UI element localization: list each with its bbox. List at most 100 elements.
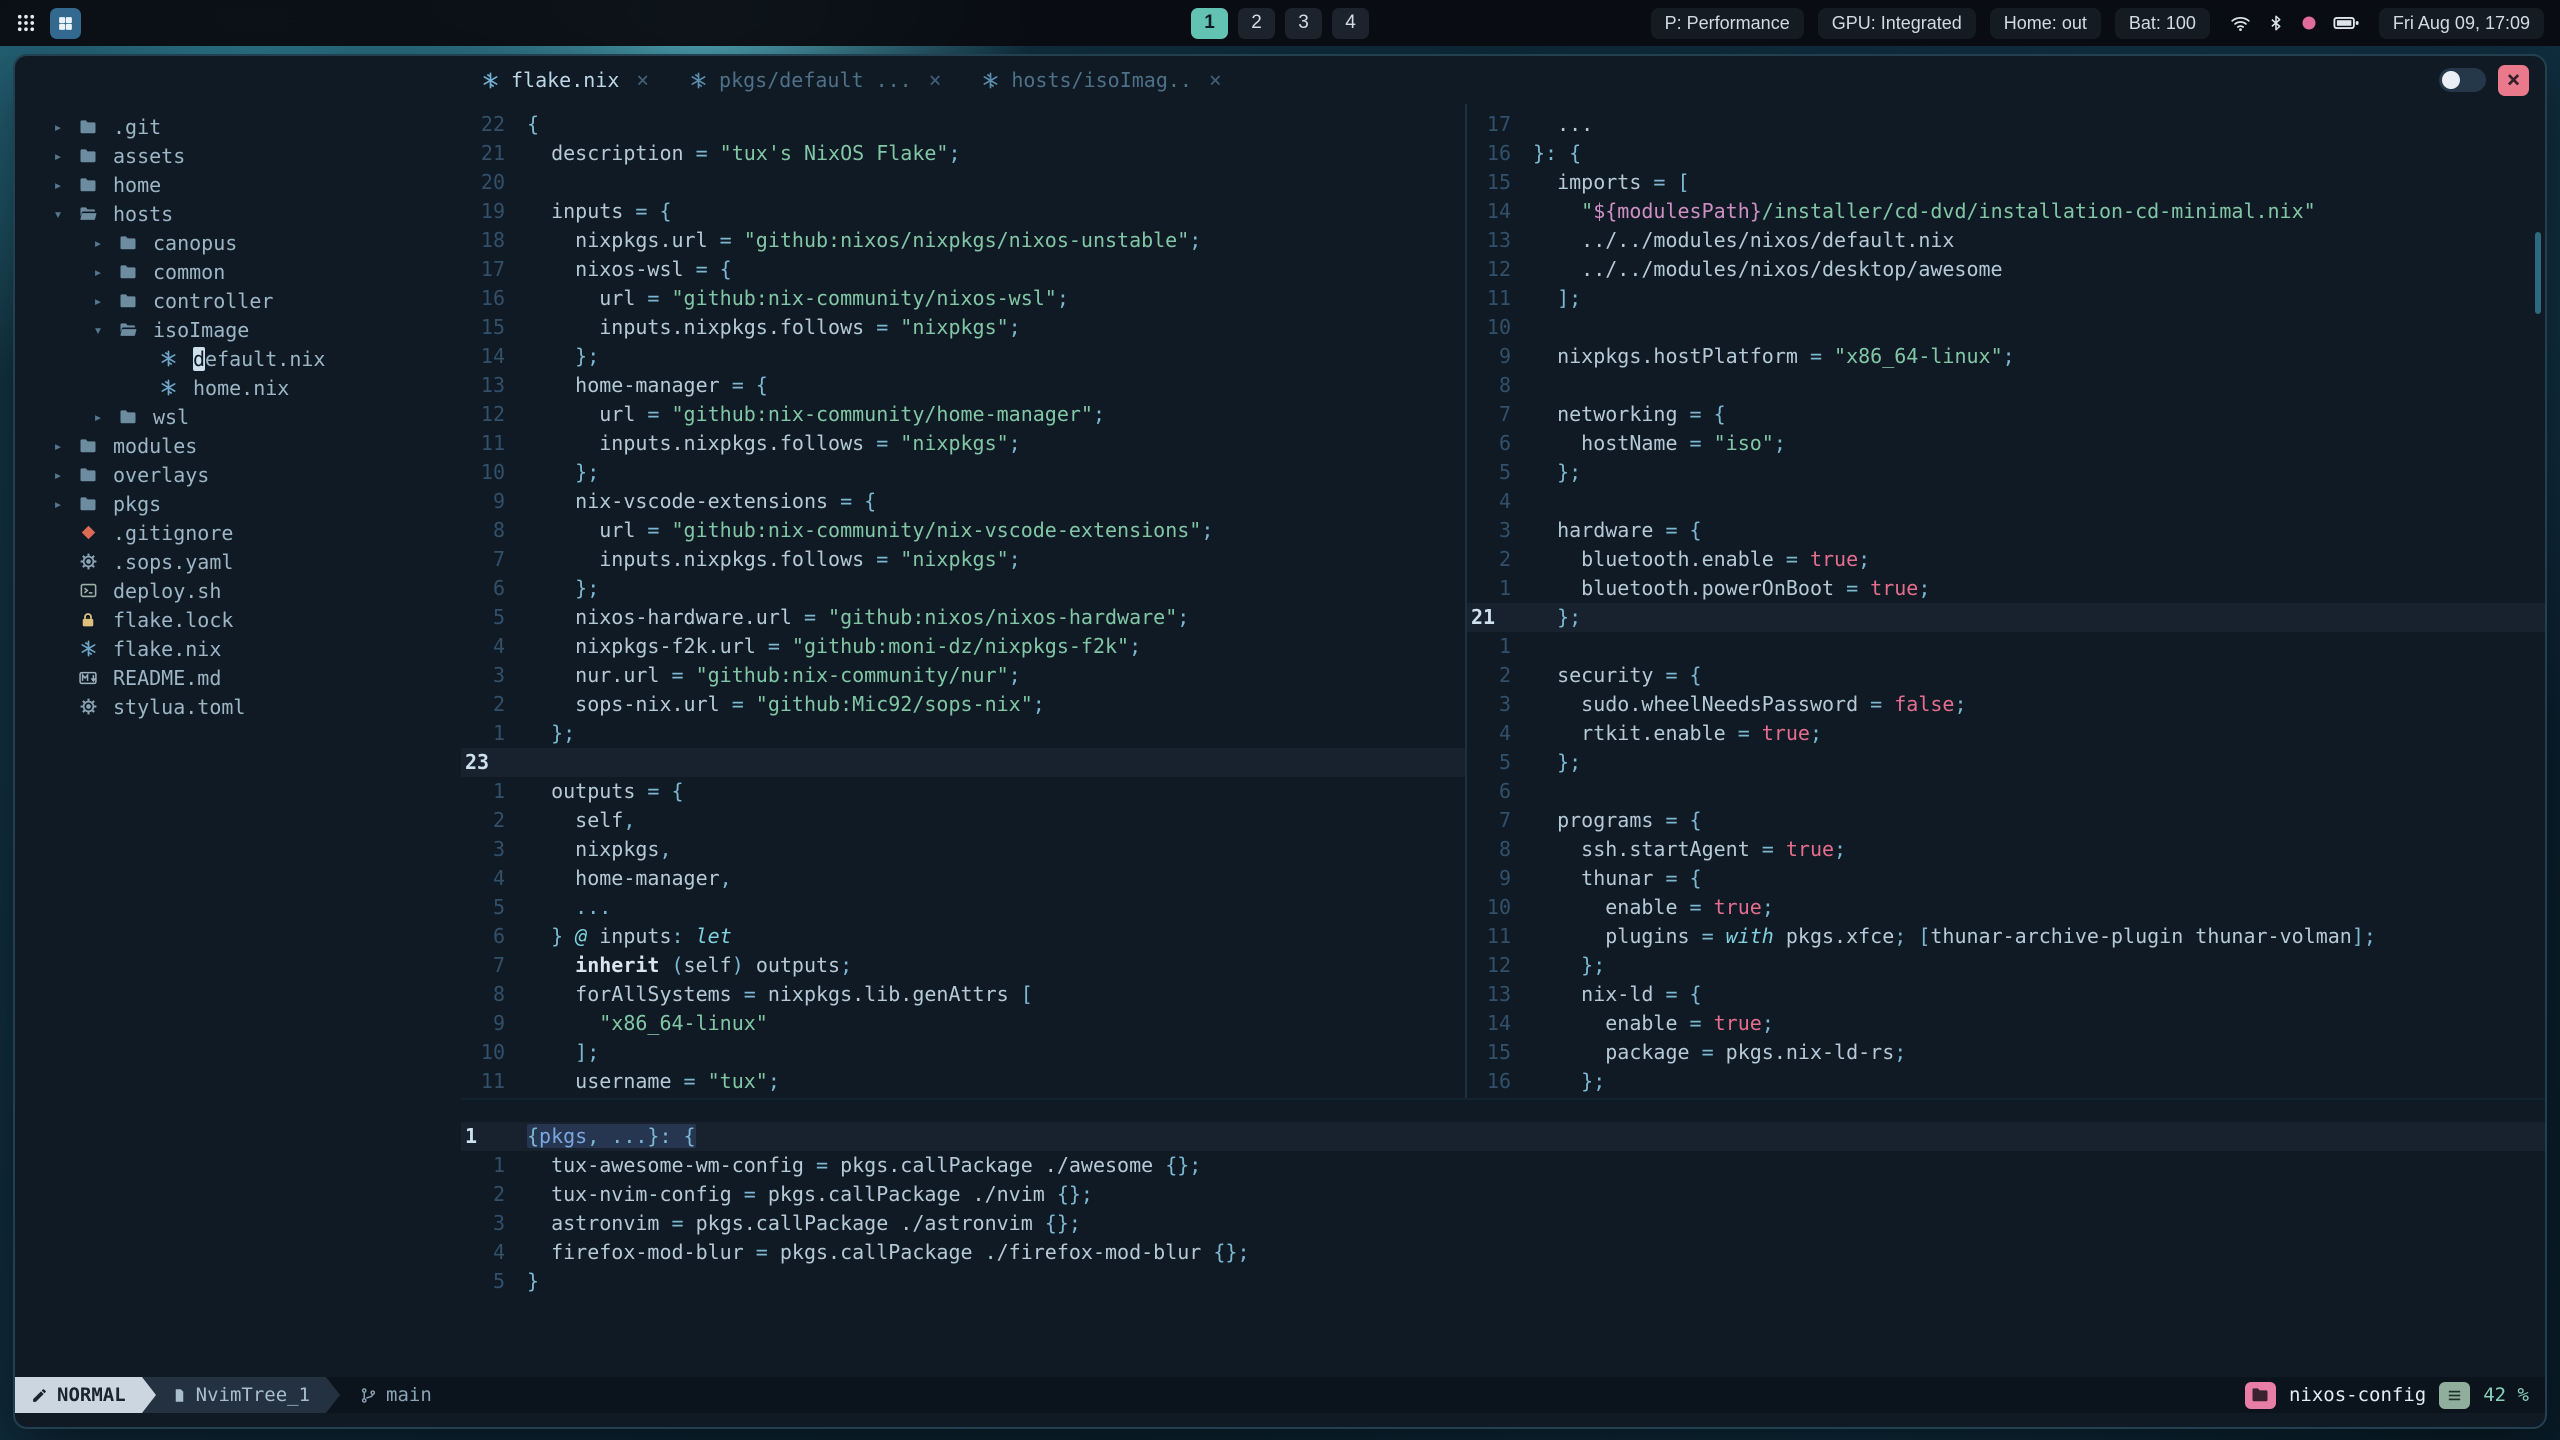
tree-item-home.nix[interactable]: home.nix	[15, 373, 461, 402]
code-line: 16 url = "github:nix-community/nixos-wsl…	[461, 284, 1465, 313]
clock-module[interactable]: Fri Aug 09, 17:09	[2378, 7, 2544, 39]
workspace-button-2[interactable]: 2	[1238, 7, 1275, 39]
tree-item-flake.nix[interactable]: flake.nix	[15, 634, 461, 663]
scrollbar-thumb[interactable]	[2535, 232, 2541, 314]
line-number: 23	[465, 750, 490, 774]
code-line: 8 forAllSystems = nixpkgs.lib.genAttrs [	[461, 980, 1465, 1009]
tree-item-default.nix[interactable]: default.nix	[15, 344, 461, 373]
chevron-down-icon[interactable]: ▾	[83, 321, 113, 339]
code-line: 3 hardware = {	[1467, 516, 2545, 545]
tree-item-flake.lock[interactable]: flake.lock	[15, 605, 461, 634]
workspace-button-4[interactable]: 4	[1332, 7, 1369, 39]
code-text: self,	[527, 808, 636, 832]
editor-pane-flake[interactable]: 22{21 description = "tux's NixOS Flake";…	[461, 104, 1465, 1098]
folder-icon	[73, 146, 103, 166]
editor-pane-iso[interactable]: 17 ... 16}: {15 imports = [14 "${modulesP…	[1467, 104, 2545, 1098]
folder-open-icon	[113, 320, 143, 340]
workspace-button-3[interactable]: 3	[1285, 7, 1322, 39]
chevron-right-icon[interactable]: ▸	[83, 234, 113, 252]
chevron-right-icon[interactable]: ▸	[83, 408, 113, 426]
code-line: 7 inputs.nixpkgs.follows = "nixpkgs";	[461, 545, 1465, 574]
line-number: 6	[1498, 431, 1511, 455]
chevron-right-icon[interactable]: ▸	[43, 118, 73, 136]
tree-item-common[interactable]: ▸ common	[15, 257, 461, 286]
tree-item-stylua.toml[interactable]: stylua.toml	[15, 692, 461, 721]
code-line: 5}	[461, 1267, 2545, 1296]
tree-item-label: .sops.yaml	[113, 549, 234, 574]
app-launcher-icon[interactable]	[16, 13, 36, 33]
tree-item-controller[interactable]: ▸ controller	[15, 286, 461, 315]
git-icon	[73, 524, 103, 541]
window-toggle[interactable]	[2439, 68, 2486, 92]
tree-item-README.md[interactable]: README.md	[15, 663, 461, 692]
tree-item-.sops.yaml[interactable]: .sops.yaml	[15, 547, 461, 576]
tree-item-isoImage[interactable]: ▾ isoImage	[15, 315, 461, 344]
line-number: 6	[1498, 779, 1511, 803]
indicator-dot-icon[interactable]	[2301, 15, 2317, 31]
code-text: url = "github:nix-community/home-manager…	[527, 402, 1105, 426]
desktop: { "topbar": { "workspaces": [ {"label": …	[0, 0, 2560, 1440]
editor-pane-pkgs[interactable]: 1 {pkgs, ...}: {1 tux-awesome-wm-config =…	[461, 1100, 2545, 1377]
chevron-right-icon[interactable]: ▸	[43, 437, 73, 455]
line-number: 4	[1498, 489, 1511, 513]
line-number: 4	[492, 1240, 505, 1264]
tab-title: flake.nix	[511, 68, 620, 92]
chevron-right-icon[interactable]: ▸	[83, 292, 113, 310]
chevron-right-icon[interactable]: ▸	[43, 466, 73, 484]
code-line: 3 astronvim = pkgs.callPackage ./astronv…	[461, 1209, 2545, 1238]
line-number: 6	[492, 576, 505, 600]
code-line: 6	[1467, 777, 2545, 806]
code-text: nixos-wsl = {	[527, 257, 732, 281]
code-line: 1 tux-awesome-wm-config = pkgs.callPacka…	[461, 1151, 2545, 1180]
tree-item-.gitignore[interactable]: .gitignore	[15, 518, 461, 547]
code-line: 13 home-manager = {	[461, 371, 1465, 400]
tree-item-wsl[interactable]: ▸ wsl	[15, 402, 461, 431]
chevron-down-icon[interactable]: ▾	[43, 205, 73, 223]
code-line: 8 url = "github:nix-community/nix-vscode…	[461, 516, 1465, 545]
workspace-button-1[interactable]: 1	[1191, 7, 1228, 39]
gear-icon	[73, 697, 103, 716]
tree-item-overlays[interactable]: ▸ overlays	[15, 460, 461, 489]
code-text: networking = {	[1533, 402, 1726, 426]
tree-item-assets[interactable]: ▸ assets	[15, 141, 461, 170]
line-number: 11	[480, 431, 505, 455]
chevron-right-icon[interactable]: ▸	[83, 263, 113, 281]
tree-item-hosts[interactable]: ▾ hosts	[15, 199, 461, 228]
tab-close-icon[interactable]: ×	[929, 68, 942, 92]
line-number: 7	[1498, 402, 1511, 426]
chevron-right-icon[interactable]: ▸	[43, 147, 73, 165]
code-line: 11 plugins = with pkgs.xfce; [thunar-arc…	[1467, 922, 2545, 951]
code-line: 19 inputs = {	[461, 197, 1465, 226]
tree-item-deploy.sh[interactable]: deploy.sh	[15, 576, 461, 605]
tab-flake.nix[interactable]: flake.nix ×	[461, 56, 669, 104]
bluetooth-icon[interactable]	[2267, 14, 2285, 32]
home-module[interactable]: Home: out	[1989, 7, 2101, 39]
gpu-module[interactable]: GPU: Integrated	[1817, 7, 1976, 39]
chevron-right-icon[interactable]: ▸	[43, 176, 73, 194]
power-profile-module[interactable]: P: Performance	[1650, 7, 1804, 39]
tab-close-icon[interactable]: ×	[1209, 68, 1222, 92]
tab-hosts-isoImag..[interactable]: hosts/isoImag.. ×	[961, 56, 1241, 104]
tree-item-label: flake.lock	[113, 607, 234, 632]
code-text: };	[1533, 953, 1606, 977]
file-tree[interactable]: ▸ .git ▸ assets ▸ home ▾ hosts ▸ canopus ▸ common ▸ c…	[15, 104, 461, 1377]
battery-module[interactable]: Bat: 100	[2114, 7, 2210, 39]
tab-pkgs-default-...[interactable]: pkgs/default ... ×	[669, 56, 961, 104]
taskbar-app-icon[interactable]	[50, 7, 81, 39]
tree-item-modules[interactable]: ▸ modules	[15, 431, 461, 460]
line-number: 17	[1486, 112, 1511, 136]
window-close-button[interactable]: ×	[2498, 64, 2529, 96]
wifi-icon[interactable]	[2230, 13, 2251, 34]
tree-item-canopus[interactable]: ▸ canopus	[15, 228, 461, 257]
tree-item-label: home.nix	[193, 375, 290, 400]
battery-icon[interactable]	[2333, 15, 2359, 31]
tab-close-icon[interactable]: ×	[636, 68, 649, 92]
tree-item-home[interactable]: ▸ home	[15, 170, 461, 199]
tree-item-pkgs[interactable]: ▸ pkgs	[15, 489, 461, 518]
tree-item-.git[interactable]: ▸ .git	[15, 112, 461, 141]
code-line: 10 };	[461, 458, 1465, 487]
line-number: 15	[480, 315, 505, 339]
code-text: thunar = {	[1533, 866, 1702, 890]
chevron-right-icon[interactable]: ▸	[43, 495, 73, 513]
